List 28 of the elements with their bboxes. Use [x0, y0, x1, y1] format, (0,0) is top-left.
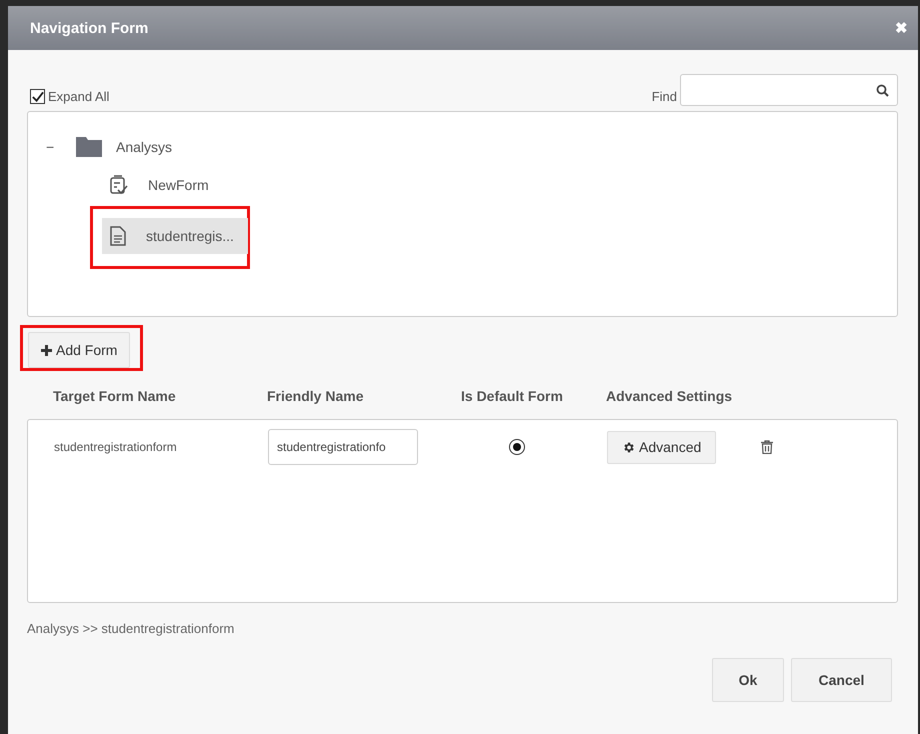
- folder-icon: [76, 137, 102, 157]
- tree-item[interactable]: NewForm: [102, 167, 248, 203]
- collapse-toggle[interactable]: −: [46, 139, 58, 155]
- checklist-icon: [110, 175, 128, 195]
- add-form-button[interactable]: Add Form: [28, 332, 130, 368]
- dialog-button[interactable]: Cancel: [791, 658, 892, 702]
- expand-all-label: Expand All: [48, 89, 110, 104]
- column-header: Is Default Form: [461, 388, 564, 404]
- tree-item[interactable]: studentregis...: [102, 218, 248, 254]
- column-header: Friendly Name: [267, 388, 364, 404]
- gear-icon: [622, 440, 635, 454]
- default-radio[interactable]: [509, 439, 525, 455]
- search-icon[interactable]: [876, 84, 889, 96]
- advanced-button[interactable]: Advanced: [607, 430, 716, 464]
- friendly-name-field[interactable]: studentregistrationfo: [268, 429, 418, 465]
- column-header: Target Form Name: [53, 388, 177, 404]
- window-title: Navigation Form: [30, 20, 148, 36]
- breadcrumb: Analysys >> studentregistrationform: [27, 621, 236, 636]
- tree-item[interactable]: Analysys: [114, 137, 174, 157]
- table-cell-text: studentregistrationform: [54, 440, 178, 454]
- document-icon: [110, 226, 126, 246]
- find-label: Find: [652, 89, 677, 104]
- delete-icon[interactable]: [761, 440, 774, 454]
- column-header: Advanced Settings: [606, 388, 734, 404]
- plus-icon: [41, 344, 52, 356]
- find-field[interactable]: [680, 74, 898, 106]
- expand-all-checkbox[interactable]: [30, 89, 45, 104]
- dialog-button[interactable]: Ok: [712, 658, 784, 702]
